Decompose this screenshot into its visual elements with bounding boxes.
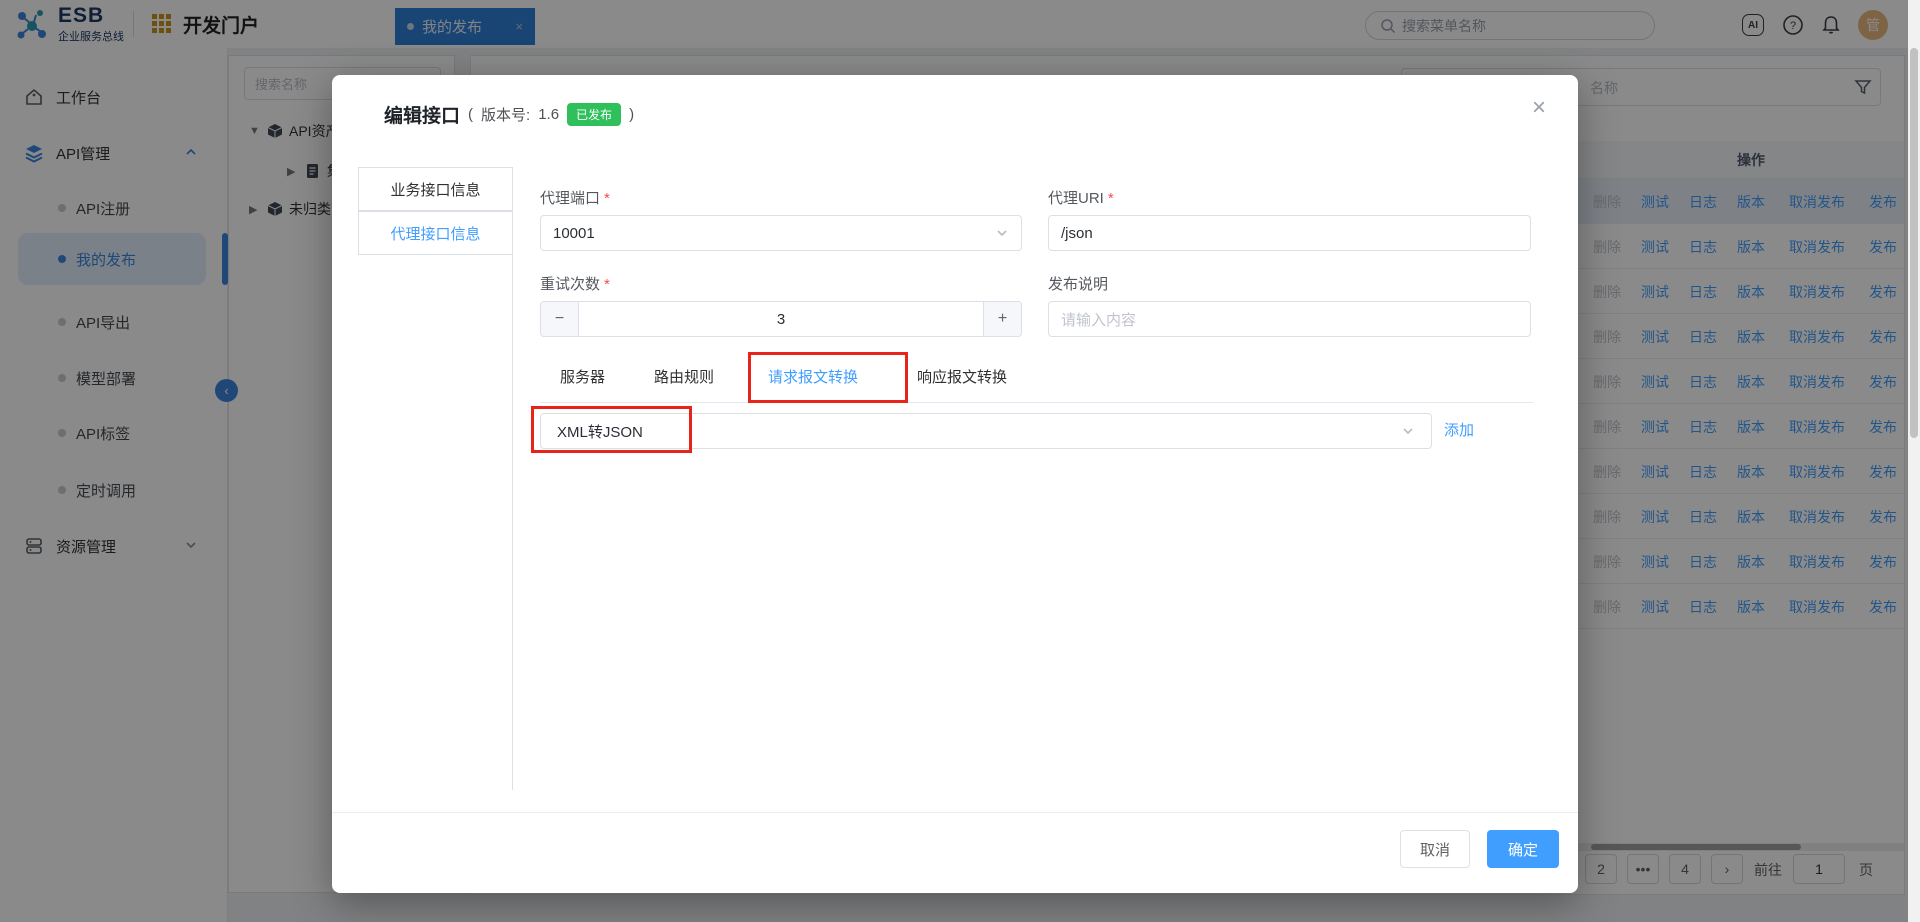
side-tabs-divider — [512, 254, 513, 790]
proxy-port-label: 代理端口* — [540, 187, 610, 208]
cancel-button[interactable]: 取消 — [1400, 830, 1470, 868]
add-transform-link[interactable]: 添加 — [1444, 413, 1474, 449]
version-open-paren: ( — [468, 106, 473, 123]
retry-count-label: 重试次数* — [540, 273, 610, 294]
chevron-down-icon — [995, 226, 1009, 240]
version-label: 版本号: — [481, 104, 530, 125]
inner-tabs-border — [540, 402, 1533, 403]
proxy-port-value: 10001 — [553, 225, 595, 242]
stepper-minus-button[interactable]: − — [541, 302, 579, 336]
dialog-title-row: 编辑接口 ( 版本号: 1.6 已发布 ) — [384, 99, 634, 129]
app-root: ESB 企业服务总线 开发门户 我的发布 × 搜索菜单名称 AI ? — [0, 0, 1920, 922]
side-tab-1[interactable]: 代理接口信息 — [358, 211, 513, 255]
retry-count-value[interactable]: 3 — [579, 302, 983, 336]
chevron-down-icon — [1401, 424, 1415, 438]
proxy-uri-label: 代理URI* — [1048, 187, 1114, 208]
proxy-uri-value: /json — [1061, 225, 1093, 242]
proxy-port-select[interactable]: 10001 — [540, 215, 1022, 251]
publish-note-label: 发布说明 — [1048, 273, 1108, 294]
published-status-badge: 已发布 — [567, 103, 621, 126]
version-close-paren: ) — [629, 106, 634, 123]
side-tab-0[interactable]: 业务接口信息 — [358, 167, 513, 211]
page-scrollbar-thumb[interactable] — [1910, 48, 1918, 438]
required-asterisk: * — [1108, 190, 1114, 207]
proxy-uri-input[interactable]: /json — [1048, 215, 1531, 251]
footer-divider — [332, 812, 1578, 813]
page-scrollbar[interactable] — [1908, 0, 1920, 922]
inner-tab-1[interactable]: 路由规则 — [654, 353, 714, 402]
publish-note-input[interactable]: 请输入内容 — [1048, 301, 1531, 337]
required-asterisk: * — [604, 276, 610, 293]
stepper-plus-button[interactable]: + — [983, 302, 1021, 336]
publish-note-placeholder: 请输入内容 — [1061, 309, 1136, 330]
edit-interface-dialog: 编辑接口 ( 版本号: 1.6 已发布 ) × 业务接口信息代理接口信息 代理端… — [332, 75, 1578, 893]
inner-tab-0[interactable]: 服务器 — [560, 353, 605, 402]
retry-count-stepper: − 3 + — [540, 301, 1022, 337]
inner-tab-3[interactable]: 响应报文转换 — [917, 353, 1007, 402]
version-value: 1.6 — [538, 106, 559, 123]
dialog-close-icon[interactable]: × — [1524, 93, 1554, 123]
annotation-rect-request-tab — [748, 352, 908, 403]
dialog-title: 编辑接口 — [384, 101, 460, 128]
confirm-button[interactable]: 确定 — [1487, 830, 1559, 868]
required-asterisk: * — [604, 190, 610, 207]
annotation-rect-xml-json — [531, 406, 692, 453]
